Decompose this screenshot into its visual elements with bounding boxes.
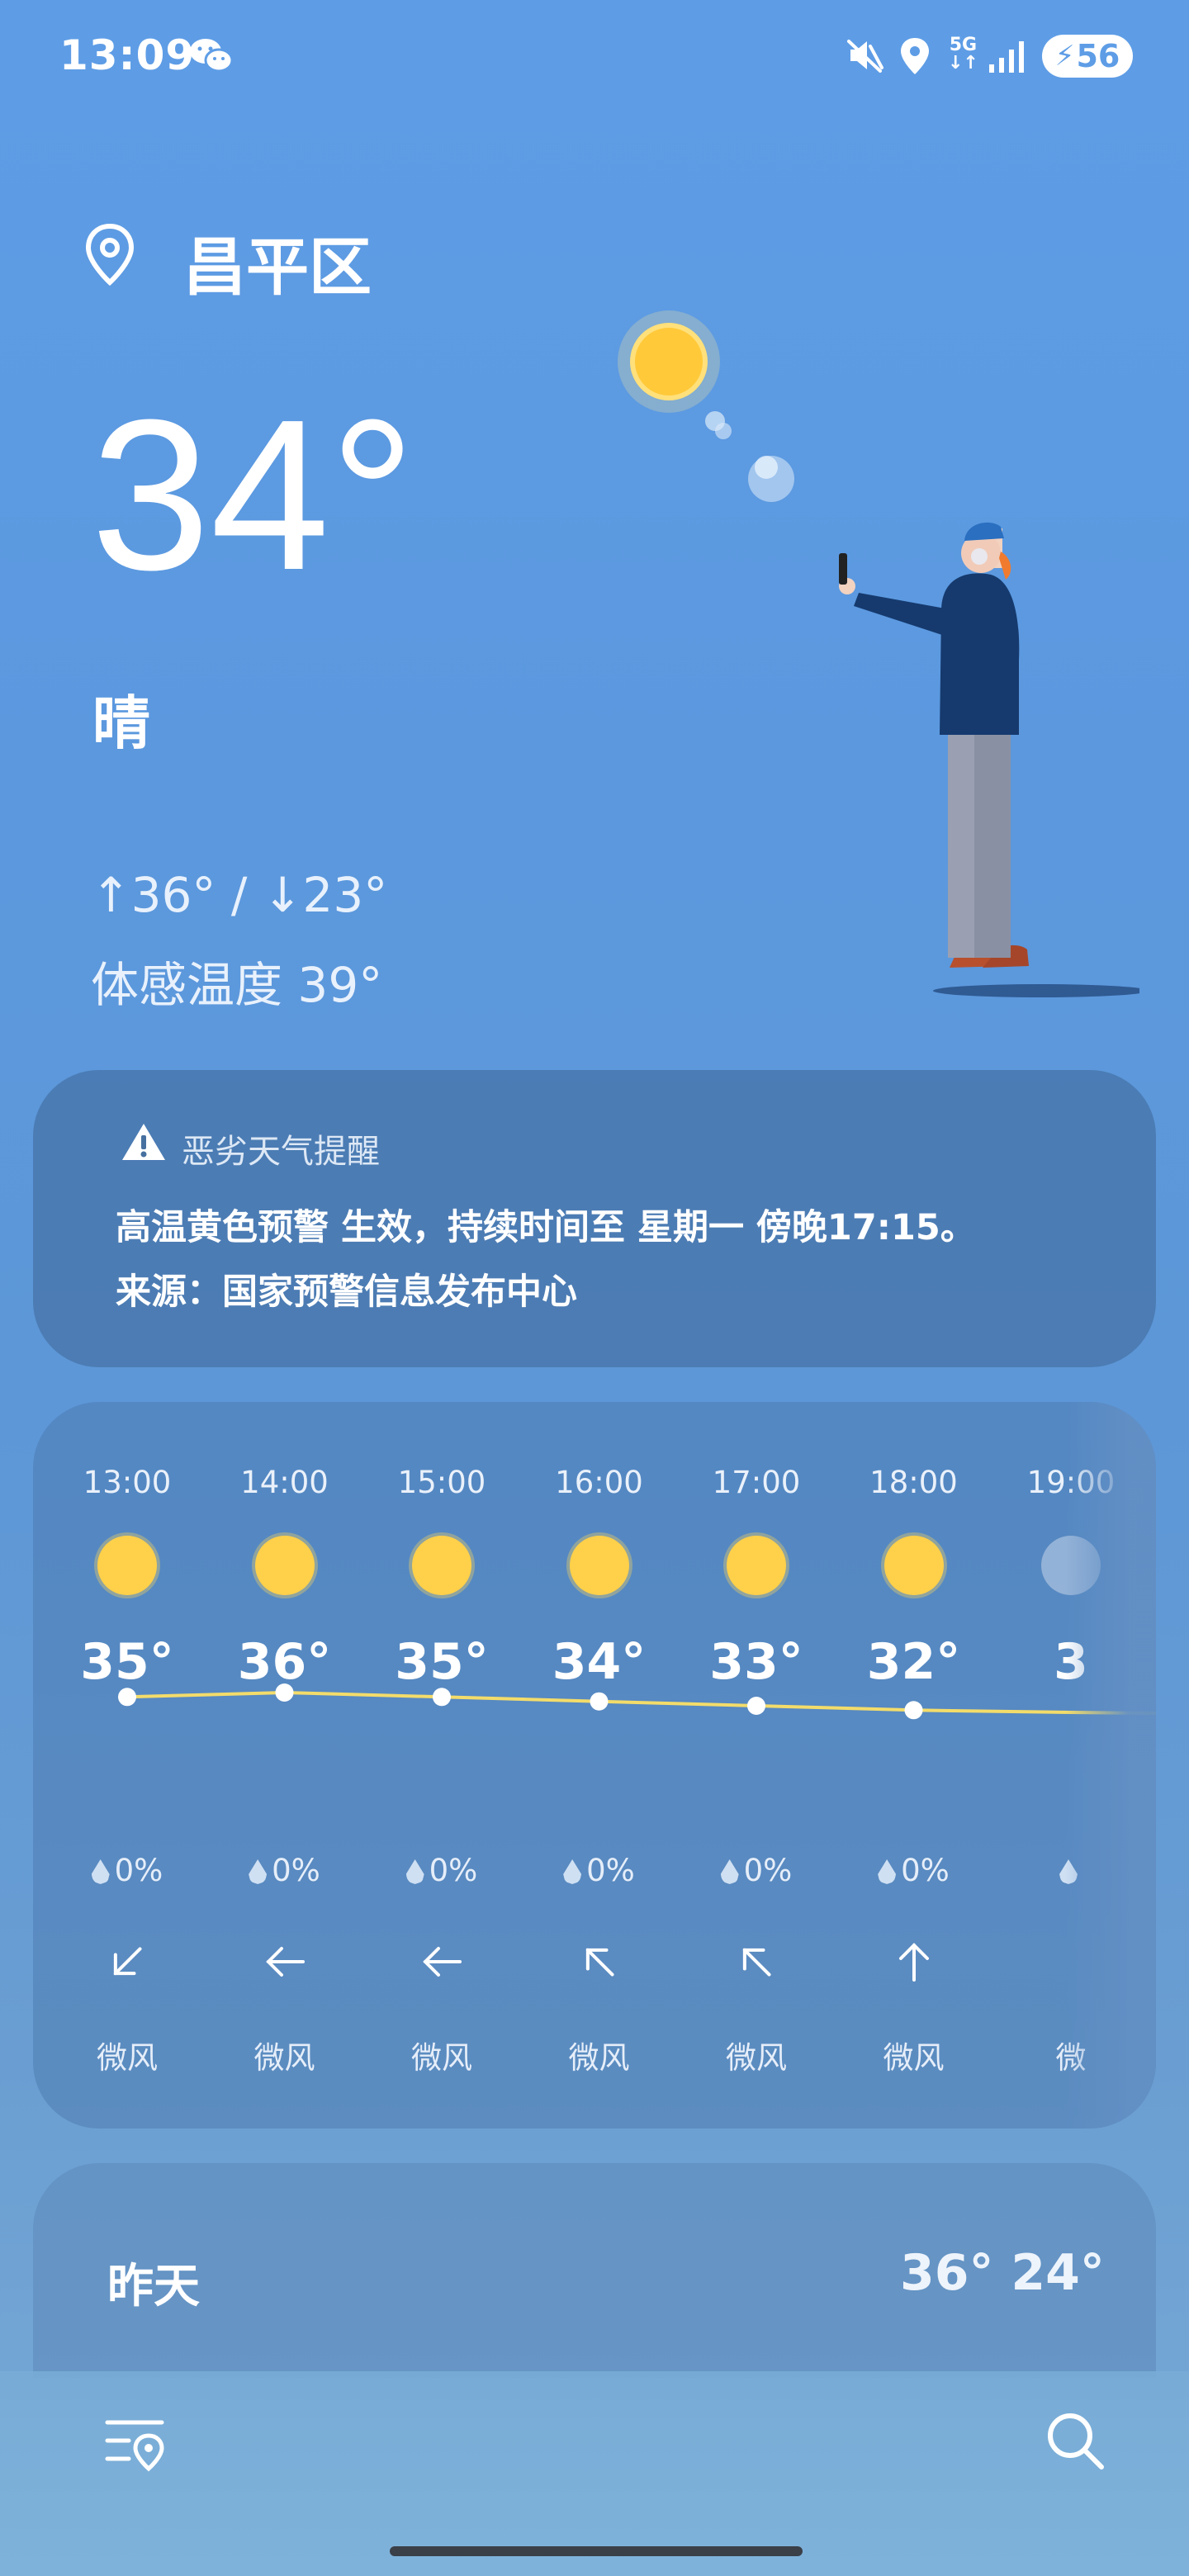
sunny-icon — [727, 1536, 786, 1595]
sun-illustration — [618, 310, 720, 413]
status-time: 13:09 — [59, 31, 196, 79]
precipitation-value: 0% — [901, 1853, 950, 1888]
sunny-icon — [412, 1536, 471, 1595]
hourly-item: 14:00 36° 0% 微风 — [206, 1402, 363, 2129]
precipitation-chance: 0% — [363, 1853, 520, 1888]
location-name[interactable]: 昌平区 — [183, 216, 372, 307]
current-temperature: 34° — [91, 376, 416, 615]
precipitation-value: 0% — [114, 1853, 163, 1888]
hourly-item: 13:00 35° 0% 微风 — [49, 1402, 206, 2129]
wind-strength: 微风 — [97, 2040, 158, 2076]
precipitation-chance: 0% — [206, 1853, 363, 1888]
network-type-label: 5G ↓↑ — [948, 35, 978, 73]
weather-condition: 晴 — [92, 689, 150, 757]
hourly-item: 18:00 32° 0% 微风 — [836, 1402, 992, 2129]
precipitation-value: 0% — [586, 1853, 635, 1888]
hour-temperature: 33° — [709, 1633, 803, 1691]
scroll-fade — [1065, 1402, 1156, 2129]
precipitation-value: 0% — [743, 1853, 793, 1888]
battery-indicator: ⚡ 56 — [1042, 35, 1133, 78]
sunny-icon — [254, 1536, 315, 1595]
raindrop-icon — [91, 1859, 110, 1884]
hourly-item: 15:00 35° 0% 微风 — [363, 1402, 520, 2129]
raindrop-icon — [878, 1859, 897, 1884]
raindrop-icon — [405, 1859, 424, 1884]
alert-source: 来源：国家预警信息发布中心 — [116, 1271, 577, 1313]
warning-icon — [122, 1124, 165, 1160]
charging-bolt-icon: ⚡ — [1054, 40, 1075, 73]
raindrop-icon — [563, 1859, 582, 1884]
hour-time: 15:00 — [397, 1465, 486, 1500]
hourly-item: 17:00 33° 0% 微风 — [678, 1402, 835, 2129]
hour-temperature: 35° — [80, 1633, 174, 1691]
precipitation-chance: 0% — [678, 1853, 835, 1888]
location-pin-icon[interactable] — [83, 223, 137, 286]
raindrop-icon — [249, 1859, 268, 1884]
wind-direction-arrow-icon — [585, 1948, 614, 1977]
signal-strength-icon — [989, 41, 1024, 73]
wind-strength: 微风 — [253, 2040, 315, 2076]
alert-title: 恶劣天气提醒 — [182, 1133, 380, 1171]
high-low-temperature: ↑36° / ↓23° — [91, 867, 388, 923]
hour-temperature: 35° — [395, 1633, 489, 1691]
wind-strength: 微风 — [883, 2040, 945, 2076]
sunny-icon — [569, 1536, 629, 1595]
wind-direction-arrow-icon — [423, 1947, 462, 1977]
wechat-icon — [190, 39, 234, 73]
precipitation-chance: 0% — [836, 1853, 992, 1888]
yesterday-label: 昨天 — [107, 2260, 200, 2313]
hourly-forecast-card[interactable]: 13:00 35° 0% 微风 14:00 36° 0% 微风 15:00 35° 0% 微风 16:0… — [33, 1402, 1156, 2129]
vibrate-mute-icon — [847, 40, 883, 73]
hour-temperature: 32° — [866, 1633, 961, 1691]
hour-time: 14:00 — [240, 1465, 329, 1500]
hourly-item: 16:00 34° 0% 微风 — [521, 1402, 678, 2129]
feels-like-temperature: 体感温度 39° — [91, 957, 383, 1013]
wind-direction-arrow-icon — [742, 1948, 771, 1977]
alert-message: 高温黄色预警 生效，持续时间至 星期一 傍晚17:15。 — [116, 1207, 976, 1248]
wind-direction-arrow-icon — [898, 1943, 929, 1982]
search-icon[interactable] — [1044, 2409, 1106, 2472]
wind-direction-arrow-icon — [113, 1947, 142, 1976]
wind-strength: 微风 — [568, 2040, 630, 2076]
hour-temperature: 36° — [237, 1633, 332, 1691]
sunny-icon — [883, 1536, 944, 1595]
hour-temperature: 34° — [552, 1633, 647, 1691]
hour-time: 17:00 — [712, 1465, 801, 1500]
precipitation-value: 0% — [272, 1853, 320, 1888]
hour-time: 13:00 — [83, 1465, 172, 1500]
precipitation-value: 0% — [429, 1853, 478, 1888]
wind-direction-arrow-icon — [265, 1947, 305, 1977]
location-list-icon[interactable] — [104, 2411, 167, 2474]
yesterday-temperatures: 36° 24° — [900, 2244, 1105, 2302]
hour-time: 16:00 — [555, 1465, 643, 1500]
sunny-icon — [97, 1536, 157, 1595]
person-illustration — [839, 522, 1139, 997]
wind-strength: 微风 — [726, 2040, 787, 2076]
location-status-icon — [901, 38, 929, 74]
hour-time: 18:00 — [869, 1465, 958, 1500]
home-indicator[interactable] — [390, 2546, 803, 2556]
raindrop-icon — [720, 1859, 739, 1884]
weather-illustration — [618, 310, 1139, 997]
bottom-toolbar — [0, 2371, 1189, 2576]
precipitation-chance: 0% — [521, 1853, 678, 1888]
precipitation-chance: 0% — [49, 1853, 206, 1888]
wind-strength: 微风 — [411, 2040, 472, 2076]
